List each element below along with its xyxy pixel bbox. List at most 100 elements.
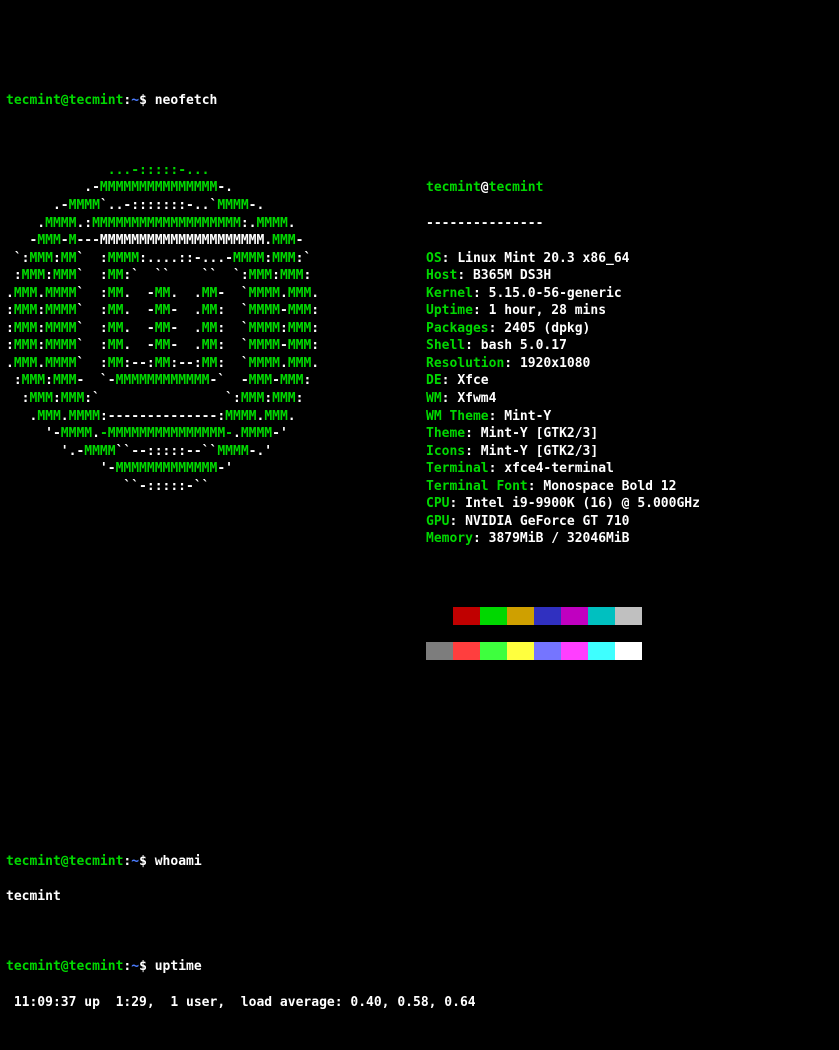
info-label: Terminal xyxy=(426,461,489,476)
logo-line: .MMMM.:MMMMMMMMMMMMMMMMMMM:.MMMM. xyxy=(6,215,426,233)
logo-line: '-MMMMMMMMMMMMM-' xyxy=(6,460,426,478)
info-value: Mint-Y xyxy=(504,409,551,424)
info-label: GPU xyxy=(426,514,449,529)
ascii-logo: ...-:::::-... .-MMMMMMMMMMMMMMM-. .-MMMM… xyxy=(6,162,426,713)
blank-line xyxy=(6,783,833,801)
logo-line: `:MMM:MM` :MMMM:....::-...-MMMM:MMM:` xyxy=(6,250,426,268)
logo-line: '-MMMM.-MMMMMMMMMMMMMMM-.MMMM-' xyxy=(6,425,426,443)
info-line: Kernel: 5.15.0-56-generic xyxy=(426,285,833,303)
info-label: Resolution xyxy=(426,356,504,371)
system-info: tecmint@tecmint --------------- OS: Linu… xyxy=(426,162,833,713)
prompt-line-1: tecmint@tecmint:~$ neofetch xyxy=(6,92,833,110)
logo-line: ...-:::::-... xyxy=(6,162,426,180)
info-line: Memory: 3879MiB / 32046MiB xyxy=(426,530,833,548)
info-value: NVIDIA GeForce GT 710 xyxy=(465,514,629,529)
info-label: OS xyxy=(426,251,442,266)
info-label: Host xyxy=(426,268,457,283)
logo-line: ``-:::::-`` xyxy=(6,478,426,496)
color-swatch xyxy=(615,642,642,660)
color-swatch xyxy=(507,642,534,660)
prompt-symbol: $ xyxy=(139,93,147,108)
color-swatch xyxy=(561,607,588,625)
info-value: Xfce xyxy=(457,373,488,388)
logo-line: '.-MMMM``--:::::--``MMMM-.' xyxy=(6,443,426,461)
command-uptime: uptime xyxy=(155,959,202,974)
info-value: Xfwm4 xyxy=(457,391,496,406)
blank-line xyxy=(6,748,833,766)
info-value: 3879MiB / 32046MiB xyxy=(489,531,630,546)
info-value: Mint-Y [GTK2/3] xyxy=(481,444,598,459)
color-swatch xyxy=(615,607,642,625)
info-line: Packages: 2405 (dpkg) xyxy=(426,320,833,338)
info-line: Shell: bash 5.0.17 xyxy=(426,337,833,355)
color-swatch xyxy=(588,607,615,625)
logo-line: :MMM:MMM:` `:MMM:MMM: xyxy=(6,390,426,408)
info-value: 1920x1080 xyxy=(520,356,590,371)
info-line: Host: B365M DS3H xyxy=(426,267,833,285)
info-label: Icons xyxy=(426,444,465,459)
info-label: Kernel xyxy=(426,286,473,301)
info-value: bash 5.0.17 xyxy=(481,338,567,353)
logo-line: .MMM.MMMM` :MM:--:MM:--:MM: `MMMM.MMM. xyxy=(6,355,426,373)
prompt-path: ~ xyxy=(131,93,139,108)
info-label: Theme xyxy=(426,426,465,441)
whoami-output: tecmint xyxy=(6,888,833,906)
info-line: WM: Xfwm4 xyxy=(426,390,833,408)
info-label: Memory xyxy=(426,531,473,546)
color-swatch xyxy=(588,642,615,660)
info-label: Terminal Font xyxy=(426,479,528,494)
info-line: Uptime: 1 hour, 28 mins xyxy=(426,302,833,320)
info-line: GPU: NVIDIA GeForce GT 710 xyxy=(426,513,833,531)
prompt-host: tecmint xyxy=(69,93,124,108)
prompt-user: tecmint xyxy=(6,93,61,108)
color-swatch xyxy=(426,642,453,660)
info-line: OS: Linux Mint 20.3 x86_64 xyxy=(426,250,833,268)
logo-line: :MMM:MMM` :MM:` `` `` `:MMM:MMM: xyxy=(6,267,426,285)
info-label: Packages xyxy=(426,321,489,336)
info-label: Shell xyxy=(426,338,465,353)
info-label: WM xyxy=(426,391,442,406)
info-label: Uptime xyxy=(426,303,473,318)
info-label: CPU xyxy=(426,496,449,511)
info-line: CPU: Intel i9-9900K (16) @ 5.000GHz xyxy=(426,495,833,513)
info-line: Resolution: 1920x1080 xyxy=(426,355,833,373)
info-label: DE xyxy=(426,373,442,388)
prompt-line-2: tecmint@tecmint:~$ whoami xyxy=(6,853,833,871)
info-value: 5.15.0-56-generic xyxy=(489,286,622,301)
color-swatch xyxy=(534,607,561,625)
logo-line: :MMM:MMM- `-MMMMMMMMMMMM-` -MMM-MMM: xyxy=(6,372,426,390)
info-label: WM Theme xyxy=(426,409,489,424)
logo-line: :MMM:MMMM` :MM. -MM- .MM: `MMMM-MMM: xyxy=(6,337,426,355)
at-sign: @ xyxy=(61,93,69,108)
info-header: tecmint@tecmint xyxy=(426,179,833,197)
info-value: Intel i9-9900K (16) @ 5.000GHz xyxy=(465,496,700,511)
color-swatch xyxy=(453,607,480,625)
info-line: DE: Xfce xyxy=(426,372,833,390)
info-line: WM Theme: Mint-Y xyxy=(426,408,833,426)
info-value: Monospace Bold 12 xyxy=(543,479,676,494)
command-whoami: whoami xyxy=(155,854,202,869)
neofetch-output: ...-:::::-... .-MMMMMMMMMMMMMMM-. .-MMMM… xyxy=(6,162,833,713)
info-line: Icons: Mint-Y [GTK2/3] xyxy=(426,443,833,461)
command-neofetch: neofetch xyxy=(155,93,218,108)
logo-line: .-MMMM`..-:::::::-..`MMMM-. xyxy=(6,197,426,215)
info-divider: --------------- xyxy=(426,215,833,233)
logo-line: :MMM:MMMM` :MM. -MM- .MM: `MMMM:MMM: xyxy=(6,320,426,338)
color-swatch xyxy=(561,642,588,660)
info-value: 2405 (dpkg) xyxy=(504,321,590,336)
logo-line: .MMM.MMMM:--------------:MMMM.MMM. xyxy=(6,408,426,426)
color-swatch xyxy=(426,607,453,625)
color-swatches xyxy=(426,583,833,678)
info-value: B365M DS3H xyxy=(473,268,551,283)
info-value: Linux Mint 20.3 x86_64 xyxy=(457,251,629,266)
color-swatch xyxy=(534,642,561,660)
prompt-line-3: tecmint@tecmint:~$ uptime xyxy=(6,958,833,976)
uptime-output: 11:09:37 up 1:29, 1 user, load average: … xyxy=(6,994,833,1012)
logo-line: .-MMMMMMMMMMMMMMM-. xyxy=(6,179,426,197)
color-swatch xyxy=(507,607,534,625)
info-line: Terminal Font: Monospace Bold 12 xyxy=(426,478,833,496)
info-value: Mint-Y [GTK2/3] xyxy=(481,426,598,441)
info-value: 1 hour, 28 mins xyxy=(489,303,606,318)
color-swatch xyxy=(480,642,507,660)
info-line: Theme: Mint-Y [GTK2/3] xyxy=(426,425,833,443)
